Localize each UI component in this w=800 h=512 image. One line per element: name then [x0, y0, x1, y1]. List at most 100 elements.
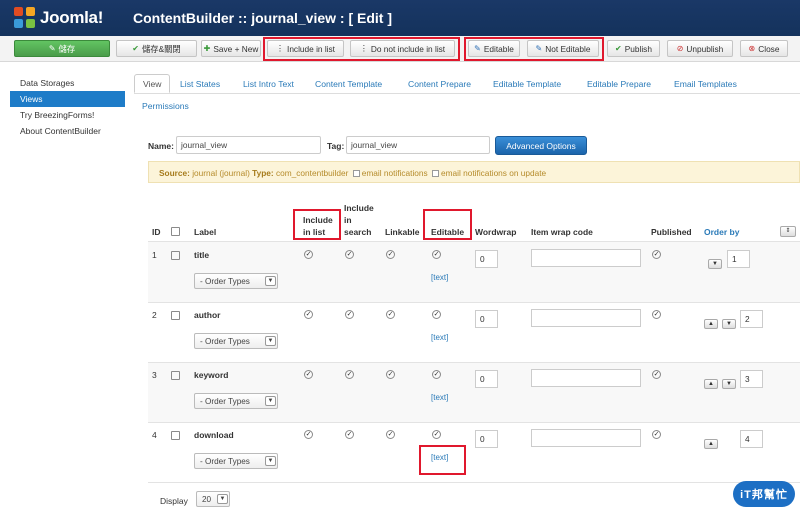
include-in-search-check-icon[interactable]: ✓	[345, 370, 354, 379]
email-notifications-checkbox[interactable]	[352, 170, 360, 178]
tab-editable-prepare[interactable]: Editable Prepare	[579, 75, 659, 94]
chevron-down-icon: ▼	[265, 336, 276, 346]
item-wrap-code-input[interactable]	[531, 249, 641, 267]
highlight-box	[423, 209, 472, 240]
tab-content-prepare[interactable]: Content Prepare	[400, 75, 479, 94]
row-id: 1	[152, 250, 157, 260]
tab-list-states[interactable]: List States	[172, 75, 228, 94]
editable-check-icon[interactable]: ✓	[432, 250, 441, 259]
row-checkbox[interactable]	[171, 311, 180, 320]
type-value: com_contentbuilder	[276, 168, 349, 178]
tab-permissions[interactable]: Permissions	[134, 97, 197, 116]
tab-list-intro-text[interactable]: List Intro Text	[235, 75, 302, 94]
include-in-list-check-icon[interactable]: ✓	[304, 250, 313, 259]
table-row-bg	[148, 242, 800, 302]
save-new-button[interactable]: ✚ Save + New	[201, 40, 261, 57]
edit-icon: ✎	[48, 43, 56, 53]
name-label: Name:	[148, 141, 174, 151]
display-limit-select[interactable]: 20 ▼	[196, 491, 230, 507]
joomla-logo[interactable]: Joomla!	[14, 6, 118, 30]
tab-editable-template[interactable]: Editable Template	[485, 75, 569, 94]
order-input[interactable]: 3	[740, 370, 763, 388]
include-in-list-check-icon[interactable]: ✓	[304, 370, 313, 379]
save-close-button[interactable]: ✔ 儲存&關閉	[116, 40, 197, 57]
check-icon: ✔	[132, 43, 139, 53]
check-icon: ✔	[615, 43, 622, 53]
linkable-check-icon[interactable]: ✓	[386, 370, 395, 379]
editable-check-icon[interactable]: ✓	[432, 430, 441, 439]
email-notifications-label: email notifications	[361, 168, 428, 178]
brand-name: Joomla!	[40, 8, 104, 27]
move-down-icon[interactable]: ▼	[722, 319, 736, 329]
row-divider	[148, 422, 800, 423]
wordwrap-input[interactable]: 0	[475, 250, 498, 268]
order-input[interactable]: 1	[727, 250, 750, 268]
move-down-icon[interactable]: ▼	[708, 259, 722, 269]
linkable-check-icon[interactable]: ✓	[386, 430, 395, 439]
move-up-icon[interactable]: ▲	[704, 379, 718, 389]
highlight-box	[464, 37, 604, 61]
row-label: author	[194, 310, 221, 320]
published-check-icon[interactable]: ✓	[652, 310, 661, 319]
wordwrap-input[interactable]: 0	[475, 430, 498, 448]
sidebar-item-data-storages[interactable]: Data Storages	[10, 75, 125, 91]
advanced-options-button[interactable]: Advanced Options	[495, 136, 587, 155]
include-in-search-check-icon[interactable]: ✓	[345, 430, 354, 439]
name-input[interactable]: journal_view	[176, 136, 321, 154]
block-icon: ⊘	[676, 43, 684, 53]
tab-view[interactable]: View	[134, 74, 171, 93]
item-wrap-code-input[interactable]	[531, 369, 641, 387]
linkable-check-icon[interactable]: ✓	[386, 310, 395, 319]
tab-email-templates[interactable]: Email Templates	[666, 75, 745, 94]
close-button[interactable]: ⊗ Close	[740, 40, 788, 57]
edit-text-link[interactable]: [text]	[431, 273, 448, 282]
col-id: ID	[152, 227, 161, 237]
published-check-icon[interactable]: ✓	[652, 370, 661, 379]
include-in-search-check-icon[interactable]: ✓	[345, 310, 354, 319]
sidebar-item-about[interactable]: About ContentBuilder	[10, 123, 125, 139]
col-order-by[interactable]: Order by	[704, 226, 739, 238]
move-up-icon[interactable]: ▲	[704, 439, 718, 449]
row-label: keyword	[194, 370, 229, 380]
unpublish-button[interactable]: ⊘ Unpublish	[667, 40, 733, 57]
publish-button[interactable]: ✔ Publish	[607, 40, 660, 57]
header-bar: Joomla! ContentBuilder :: journal_view :…	[0, 0, 800, 36]
published-check-icon[interactable]: ✓	[652, 250, 661, 259]
edit-text-link[interactable]: [text]	[431, 393, 448, 402]
item-wrap-code-input[interactable]	[531, 429, 641, 447]
include-in-list-check-icon[interactable]: ✓	[304, 430, 313, 439]
item-wrap-code-input[interactable]	[531, 309, 641, 327]
tab-content-template[interactable]: Content Template	[307, 75, 390, 94]
save-button[interactable]: ✎ 儲存	[14, 40, 110, 57]
wordwrap-input[interactable]: 0	[475, 370, 498, 388]
linkable-check-icon[interactable]: ✓	[386, 250, 395, 259]
sidebar-item-views[interactable]: Views	[10, 91, 125, 107]
editable-check-icon[interactable]: ✓	[432, 310, 441, 319]
tag-input[interactable]: journal_view	[346, 136, 490, 154]
sidebar-item-try-breezingforms[interactable]: Try BreezingForms!	[10, 107, 125, 123]
type-label: Type:	[252, 168, 274, 178]
move-up-icon[interactable]: ▲	[704, 319, 718, 329]
include-in-search-check-icon[interactable]: ✓	[345, 250, 354, 259]
row-checkbox[interactable]	[171, 371, 180, 380]
include-in-list-check-icon[interactable]: ✓	[304, 310, 313, 319]
chevron-down-icon: ▼	[265, 276, 276, 286]
row-checkbox[interactable]	[171, 251, 180, 260]
order-input[interactable]: 4	[740, 430, 763, 448]
order-types-select[interactable]: - Order Types ▼	[194, 333, 278, 349]
published-check-icon[interactable]: ✓	[652, 430, 661, 439]
wordwrap-input[interactable]: 0	[475, 310, 498, 328]
tag-label: Tag:	[327, 141, 345, 151]
row-checkbox[interactable]	[171, 431, 180, 440]
order-input[interactable]: 2	[740, 310, 763, 328]
edit-text-link[interactable]: [text]	[431, 333, 448, 342]
editable-check-icon[interactable]: ✓	[432, 370, 441, 379]
sort-toggle-icon[interactable]: ⇕	[780, 226, 796, 237]
order-types-select[interactable]: - Order Types ▼	[194, 273, 278, 289]
move-down-icon[interactable]: ▼	[722, 379, 736, 389]
row-id: 3	[152, 370, 157, 380]
order-types-select[interactable]: - Order Types ▼	[194, 453, 278, 469]
select-all-checkbox[interactable]	[171, 227, 180, 236]
email-notifications-update-checkbox[interactable]	[432, 170, 439, 178]
order-types-select[interactable]: - Order Types ▼	[194, 393, 278, 409]
